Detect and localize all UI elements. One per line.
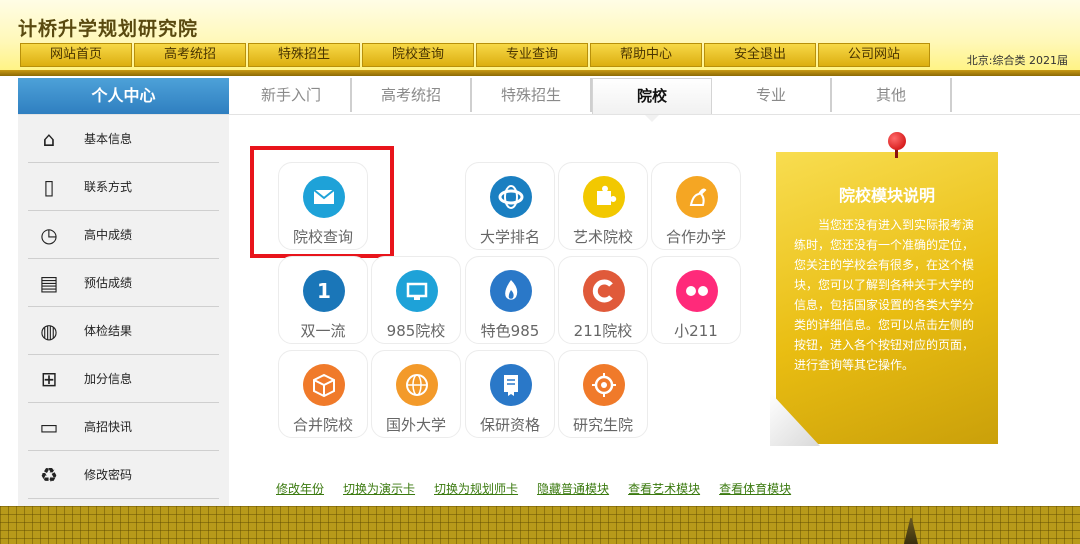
module-postgrad-recommendation[interactable]: 保研资格 — [465, 350, 555, 438]
clock-icon: ◷ — [40, 223, 58, 247]
module-211-schools[interactable]: 211院校 — [558, 256, 648, 344]
module-university-ranking[interactable]: 大学排名 — [465, 162, 555, 250]
sidebar-item-label: 基本信息 — [84, 132, 133, 146]
nav-gaokao[interactable]: 高考统招 — [134, 43, 246, 67]
module-mini-211[interactable]: 小211 — [651, 256, 741, 344]
module-label: 211院校 — [573, 322, 633, 340]
dots-icon — [676, 270, 718, 312]
sidebar-item-change-password[interactable]: ♻ 修改密码 — [28, 451, 219, 499]
module-label: 985院校 — [386, 322, 446, 340]
header-divider — [0, 70, 1080, 76]
site-title: 计桥升学规划研究院 — [18, 18, 199, 40]
module-merged-schools[interactable]: 合并院校 — [278, 350, 368, 438]
nav-special-admission[interactable]: 特殊招生 — [248, 43, 360, 67]
globe-icon: ◍ — [40, 319, 58, 343]
nav-logout[interactable]: 安全退出 — [704, 43, 816, 67]
sidebar-item-admission-news[interactable]: ▭ 高招快讯 — [28, 403, 219, 451]
bottom-links: 修改年份 切换为演示卡 切换为规划师卡 隐藏普通模块 查看艺术模块 查看体育模块 — [276, 480, 810, 497]
flame-icon — [490, 270, 532, 312]
pushpin-icon — [888, 132, 906, 150]
top-nav: 网站首页 高考统招 特殊招生 院校查询 专业查询 帮助中心 安全退出 公司网站 — [20, 43, 932, 69]
notebook-icon: ▤ — [39, 271, 59, 295]
sidebar-item-label: 高招快讯 — [84, 420, 133, 434]
sidebar-item-label: 体检结果 — [84, 324, 133, 338]
sidebar-item-label: 修改密码 — [84, 468, 133, 482]
sidebar-title: 个人中心 — [18, 78, 229, 114]
document-icon — [490, 364, 532, 406]
selection-highlight — [250, 146, 394, 258]
phone-icon: ▯ — [43, 175, 55, 199]
module-label: 小211 — [674, 322, 718, 340]
module-label: 国外大学 — [385, 416, 446, 434]
link-view-art-modules[interactable]: 查看艺术模块 — [628, 480, 700, 497]
module-label: 保研资格 — [479, 416, 540, 434]
tab-schools[interactable]: 院校 — [592, 78, 712, 122]
kangaroo-icon — [676, 176, 718, 218]
link-change-year[interactable]: 修改年份 — [276, 480, 324, 497]
tab-other[interactable]: 其他 — [832, 78, 952, 112]
link-switch-planner-card[interactable]: 切换为规划师卡 — [434, 480, 518, 497]
module-label: 合作办学 — [665, 228, 726, 246]
sidebar-item-contact[interactable]: ▯ 联系方式 — [28, 163, 219, 211]
section-tabs: 新手入门 高考统招 特殊招生 院校 专业 其他 — [232, 78, 952, 122]
nav-company-site[interactable]: 公司网站 — [818, 43, 930, 67]
world-icon — [396, 364, 438, 406]
sidebar-item-label: 联系方式 — [84, 180, 133, 194]
module-label: 研究生院 — [572, 416, 633, 434]
module-joint-programs[interactable]: 合作办学 — [651, 162, 741, 250]
cube-icon — [303, 364, 345, 406]
home-icon: ⌂ — [42, 127, 56, 151]
module-label: 艺术院校 — [572, 228, 633, 246]
nav-school-search[interactable]: 院校查询 — [362, 43, 474, 67]
site-header: 计桥升学规划研究院 网站首页 高考统招 特殊招生 院校查询 专业查询 帮助中心 … — [0, 0, 1080, 76]
module-graduate-schools[interactable]: 研究生院 — [558, 350, 648, 438]
nav-home[interactable]: 网站首页 — [20, 43, 132, 67]
note-title: 院校模块说明 — [838, 186, 935, 205]
region-label: 北京:综合类 2021届 — [966, 54, 1068, 67]
footer-band — [0, 506, 1080, 544]
c-logo-icon — [583, 270, 625, 312]
sidebar-item-label: 高中成绩 — [84, 228, 133, 242]
laptop-icon: ▭ — [39, 415, 59, 439]
module-label: 特色985 — [480, 322, 540, 340]
tab-gaokao[interactable]: 高考统招 — [352, 78, 472, 112]
sidebar-item-basic-info[interactable]: ⌂ 基本信息 — [28, 115, 219, 163]
sidebar-item-label: 加分信息 — [84, 372, 133, 386]
link-switch-demo-card[interactable]: 切换为演示卡 — [343, 480, 415, 497]
module-double-first-class[interactable]: 1 双一流 — [278, 256, 368, 344]
puzzle-icon — [583, 176, 625, 218]
module-art-schools[interactable]: 艺术院校 — [558, 162, 648, 250]
sidebar-item-bonus-points[interactable]: ⊞ 加分信息 — [28, 355, 219, 403]
module-label: 双一流 — [300, 322, 346, 340]
link-hide-normal-modules[interactable]: 隐藏普通模块 — [537, 480, 609, 497]
monitor-icon — [396, 270, 438, 312]
target-icon — [583, 364, 625, 406]
tab-majors[interactable]: 专业 — [712, 78, 832, 112]
tab-special[interactable]: 特殊招生 — [472, 78, 592, 112]
number-one-icon: 1 — [303, 270, 345, 312]
nav-major-search[interactable]: 专业查询 — [476, 43, 588, 67]
module-foreign-universities[interactable]: 国外大学 — [371, 350, 461, 438]
module-label: 合并院校 — [292, 416, 353, 434]
sidebar-item-label: 预估成绩 — [84, 276, 133, 290]
module-label: 大学排名 — [479, 228, 540, 246]
gift-icon: ⊞ — [40, 367, 58, 391]
module-985-schools[interactable]: 985院校 — [371, 256, 461, 344]
sidebar-item-high-school-grades[interactable]: ◷ 高中成绩 — [28, 211, 219, 259]
sidebar-item-estimated-score[interactable]: ▤ 预估成绩 — [28, 259, 219, 307]
tab-beginner[interactable]: 新手入门 — [232, 78, 352, 112]
sidebar-item-health-check[interactable]: ◍ 体检结果 — [28, 307, 219, 355]
sidebar: ⌂ 基本信息 ▯ 联系方式 ◷ 高中成绩 ▤ 预估成绩 ◍ 体检结果 ⊞ 加分信… — [18, 115, 229, 510]
globe-swirl-icon — [490, 176, 532, 218]
nav-help[interactable]: 帮助中心 — [590, 43, 702, 67]
link-view-sports-modules[interactable]: 查看体育模块 — [719, 480, 791, 497]
recycle-icon: ♻ — [40, 463, 58, 487]
note-body: 当您还没有进入到实际报考演练时，您还没有一个准确的定位，您关注的学校会有很多，在… — [794, 218, 975, 372]
module-featured-985[interactable]: 特色985 — [465, 256, 555, 344]
